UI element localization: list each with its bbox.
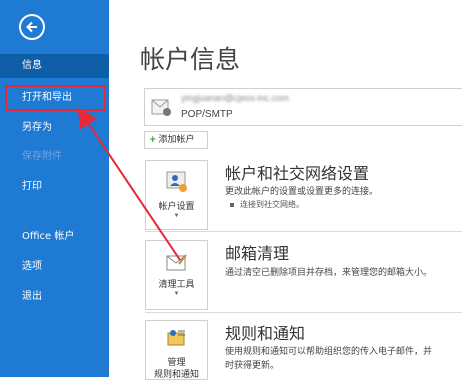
account-email: yingjuanan@cjeos-inc.com xyxy=(181,93,289,103)
chevron-down-icon: ▼ xyxy=(173,291,180,297)
sidebar-item-exit[interactable]: 退出 xyxy=(0,285,109,309)
section-description: 更改此帐户的设置或设置更多的连接。 xyxy=(225,187,379,197)
back-button[interactable] xyxy=(19,14,45,40)
sidebar-item-save-attachments: 保存附件 xyxy=(22,151,62,162)
section-description: 通过清空已删除项目并存档，来管理您的邮箱大小。 xyxy=(225,268,433,278)
arrow-left-icon xyxy=(26,21,37,33)
manage-rules-button[interactable]: 管理 规则和通知 xyxy=(145,320,208,380)
sidebar-item-office-account[interactable]: Office 帐户 xyxy=(0,225,109,249)
account-selector[interactable]: yingjuanan@cjeos-inc.com POP/SMTP xyxy=(144,88,462,126)
divider xyxy=(145,231,462,232)
section-title: 邮箱清理 xyxy=(225,244,290,263)
rules-icon xyxy=(167,330,185,346)
cleanup-tools-button[interactable]: 清理工具 ▼ xyxy=(145,240,208,310)
sidebar-item-save-as[interactable]: 另存为 xyxy=(0,116,109,140)
add-account-label: 添加帐户 xyxy=(158,135,195,145)
tile-label: 清理工具 xyxy=(158,280,195,290)
section-description: 时获得更新。 xyxy=(225,361,280,371)
account-icon xyxy=(151,99,171,116)
section-bullet: 连接到社交网络。 xyxy=(230,199,304,210)
sidebar-item-options[interactable]: 选项 xyxy=(0,255,109,279)
bullet-icon xyxy=(230,202,234,207)
sidebar-item-print[interactable]: 打印 xyxy=(0,175,109,199)
cleanup-icon xyxy=(166,254,187,271)
plus-icon: + xyxy=(149,135,157,145)
section-description: 使用规则和通知可以帮助组织您的传入电子邮件，并 xyxy=(225,347,433,357)
backstage-sidebar: 信息 打开和导出 另存为 保存附件 打印 Office 帐户 选项 退出 xyxy=(0,0,109,377)
account-settings-button[interactable]: 帐户设置 ▼ xyxy=(145,160,208,230)
divider xyxy=(145,312,462,313)
add-account-button[interactable]: + 添加帐户 xyxy=(144,131,208,149)
account-settings-icon xyxy=(166,171,187,192)
section-title: 帐户和社交网络设置 xyxy=(225,164,370,183)
tile-label: 规则和通知 xyxy=(153,370,199,380)
bullet-text: 连接到社交网络。 xyxy=(240,200,304,209)
page-title: 帐户信息 xyxy=(140,45,241,74)
chevron-down-icon: ▼ xyxy=(173,213,180,219)
section-title: 规则和通知 xyxy=(225,324,306,343)
account-type: POP/SMTP xyxy=(181,109,233,120)
sidebar-item-info[interactable]: 信息 xyxy=(0,54,109,78)
tile-label: 帐户设置 xyxy=(158,202,195,212)
highlight-box xyxy=(5,85,106,111)
